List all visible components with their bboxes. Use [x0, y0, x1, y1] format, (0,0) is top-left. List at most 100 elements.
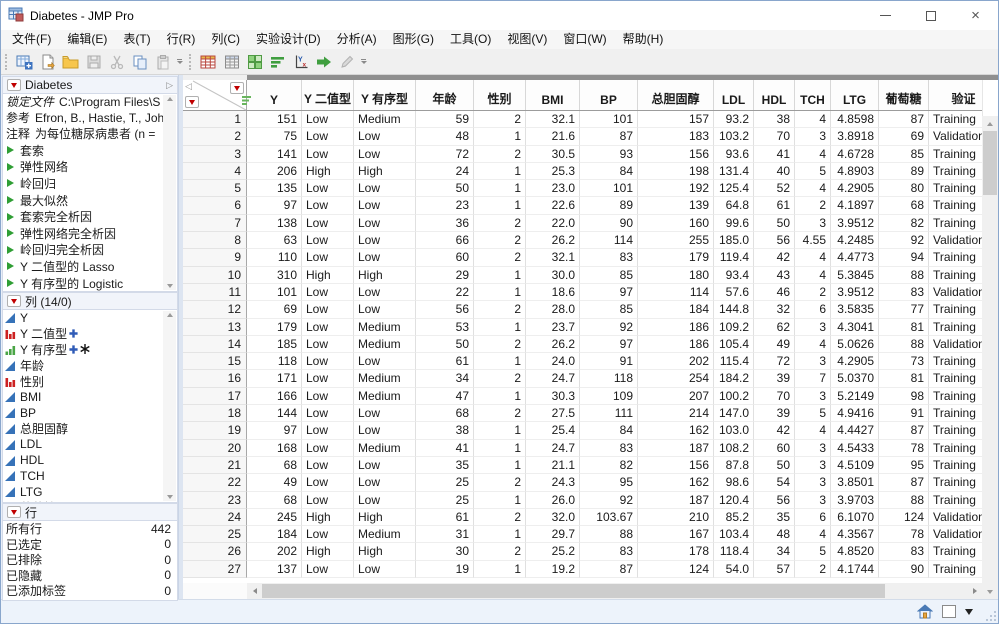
table-cell[interactable]: 3: [795, 474, 831, 491]
table-cell[interactable]: 83: [580, 543, 638, 560]
table-cell[interactable]: 23: [416, 197, 474, 214]
column-list-item[interactable]: 总胆固醇: [3, 421, 177, 437]
table-cell[interactable]: 97: [580, 284, 638, 301]
table-cell[interactable]: 97: [247, 197, 302, 214]
menu-item[interactable]: 文件(F): [4, 30, 59, 49]
row-number[interactable]: 25: [183, 526, 247, 543]
row-number[interactable]: 23: [183, 492, 247, 509]
red-triangle-button[interactable]: [7, 79, 21, 91]
table-cell[interactable]: 23.7: [526, 319, 580, 336]
table-cell[interactable]: 3.9703: [831, 492, 879, 509]
table-cell[interactable]: 4.2485: [831, 232, 879, 249]
table-cell[interactable]: 4.8598: [831, 111, 879, 128]
table-cell[interactable]: 2: [474, 509, 526, 526]
table-cell[interactable]: 31: [416, 526, 474, 543]
table-cell[interactable]: 82: [879, 215, 929, 232]
table-cell[interactable]: 87.8: [714, 457, 754, 474]
table-cell[interactable]: 87: [879, 474, 929, 491]
table-cell[interactable]: 110: [247, 249, 302, 266]
toolbar-grip[interactable]: [189, 54, 194, 70]
row-number[interactable]: 26: [183, 543, 247, 560]
horizontal-scrollbar[interactable]: [183, 583, 982, 599]
table-cell[interactable]: High: [302, 267, 354, 284]
table-cell[interactable]: 192: [638, 180, 714, 197]
table-cell[interactable]: 25: [416, 492, 474, 509]
table-cell[interactable]: 4.2905: [831, 353, 879, 370]
table-cell[interactable]: 80: [879, 180, 929, 197]
table-cell[interactable]: 87: [879, 111, 929, 128]
table-cell[interactable]: 90: [879, 561, 929, 578]
table-cell[interactable]: Low: [302, 249, 354, 266]
row-number[interactable]: 6: [183, 197, 247, 214]
table-cell[interactable]: 4.8520: [831, 543, 879, 560]
table-cell[interactable]: 29.7: [526, 526, 580, 543]
menu-item[interactable]: 分析(A): [329, 30, 385, 49]
table-cell[interactable]: Training: [929, 440, 982, 457]
table-cell[interactable]: 23.0: [526, 180, 580, 197]
table-cell[interactable]: Training: [929, 561, 982, 578]
table-cell[interactable]: 72: [754, 353, 795, 370]
table-cell[interactable]: 5: [795, 543, 831, 560]
table-cell[interactable]: 137: [247, 561, 302, 578]
toolbar-overflow-icon[interactable]: [358, 51, 369, 73]
table-cell[interactable]: Low: [302, 422, 354, 439]
row-number[interactable]: 18: [183, 405, 247, 422]
table-cell[interactable]: Medium: [354, 370, 416, 387]
table-cell[interactable]: 2: [474, 249, 526, 266]
row-number[interactable]: 11: [183, 284, 247, 301]
table-cell[interactable]: 32.1: [526, 111, 580, 128]
table-cell[interactable]: 25.4: [526, 422, 580, 439]
table-cell[interactable]: 157: [638, 111, 714, 128]
table-cell[interactable]: 43: [754, 267, 795, 284]
table-cell[interactable]: 30.3: [526, 388, 580, 405]
row-number[interactable]: 27: [183, 561, 247, 578]
table-cell[interactable]: 30.5: [526, 146, 580, 163]
table-cell[interactable]: 5.0370: [831, 370, 879, 387]
table-cell[interactable]: 115.4: [714, 353, 754, 370]
table-cell[interactable]: 39: [754, 405, 795, 422]
table-cell[interactable]: 92: [879, 232, 929, 249]
menu-item[interactable]: 行(R): [159, 30, 204, 49]
row-number[interactable]: 10: [183, 267, 247, 284]
menu-item[interactable]: 工具(O): [442, 30, 499, 49]
table-cell[interactable]: 93.2: [714, 111, 754, 128]
table-cell[interactable]: 92: [580, 319, 638, 336]
row-number[interactable]: 1: [183, 111, 247, 128]
table-cell[interactable]: 206: [247, 163, 302, 180]
table-cell[interactable]: 87: [580, 561, 638, 578]
table-cell[interactable]: 68: [879, 197, 929, 214]
table-cell[interactable]: Low: [354, 301, 416, 318]
table-cell[interactable]: 147.0: [714, 405, 754, 422]
table-cell[interactable]: High: [354, 543, 416, 560]
table-cell[interactable]: 118: [580, 370, 638, 387]
table-cell[interactable]: 93: [580, 146, 638, 163]
hscrollbar-thumb[interactable]: [262, 584, 885, 598]
table-cell[interactable]: 245: [247, 509, 302, 526]
table-cell[interactable]: 26.0: [526, 492, 580, 509]
row-number[interactable]: 22: [183, 474, 247, 491]
table-cell[interactable]: Medium: [354, 388, 416, 405]
run-script-triangle-icon[interactable]: [7, 196, 14, 204]
table-cell[interactable]: 2: [474, 405, 526, 422]
run-script-triangle-icon[interactable]: [7, 246, 14, 254]
table-cell[interactable]: 114: [638, 284, 714, 301]
table-cell[interactable]: Low: [302, 180, 354, 197]
table-cell[interactable]: 2: [474, 543, 526, 560]
table-cell[interactable]: 85.2: [714, 509, 754, 526]
table-cell[interactable]: Training: [929, 422, 982, 439]
table-script-item[interactable]: 套索: [3, 142, 177, 159]
table-cell[interactable]: 41: [416, 440, 474, 457]
menu-item[interactable]: 编辑(E): [59, 30, 115, 49]
table-cell[interactable]: 109: [580, 388, 638, 405]
column-header[interactable]: BMI: [526, 80, 580, 110]
table-cell[interactable]: 24.7: [526, 440, 580, 457]
table-cell[interactable]: Training: [929, 215, 982, 232]
menu-item[interactable]: 表(T): [115, 30, 158, 49]
graph-builder-icon[interactable]: Yx: [289, 51, 312, 73]
table-cell[interactable]: 109.2: [714, 319, 754, 336]
vscrollbar-thumb[interactable]: [983, 131, 997, 195]
table-cell[interactable]: 89: [580, 197, 638, 214]
row-number[interactable]: 14: [183, 336, 247, 353]
red-triangle-button[interactable]: [7, 506, 21, 518]
table-cell[interactable]: 160: [638, 215, 714, 232]
